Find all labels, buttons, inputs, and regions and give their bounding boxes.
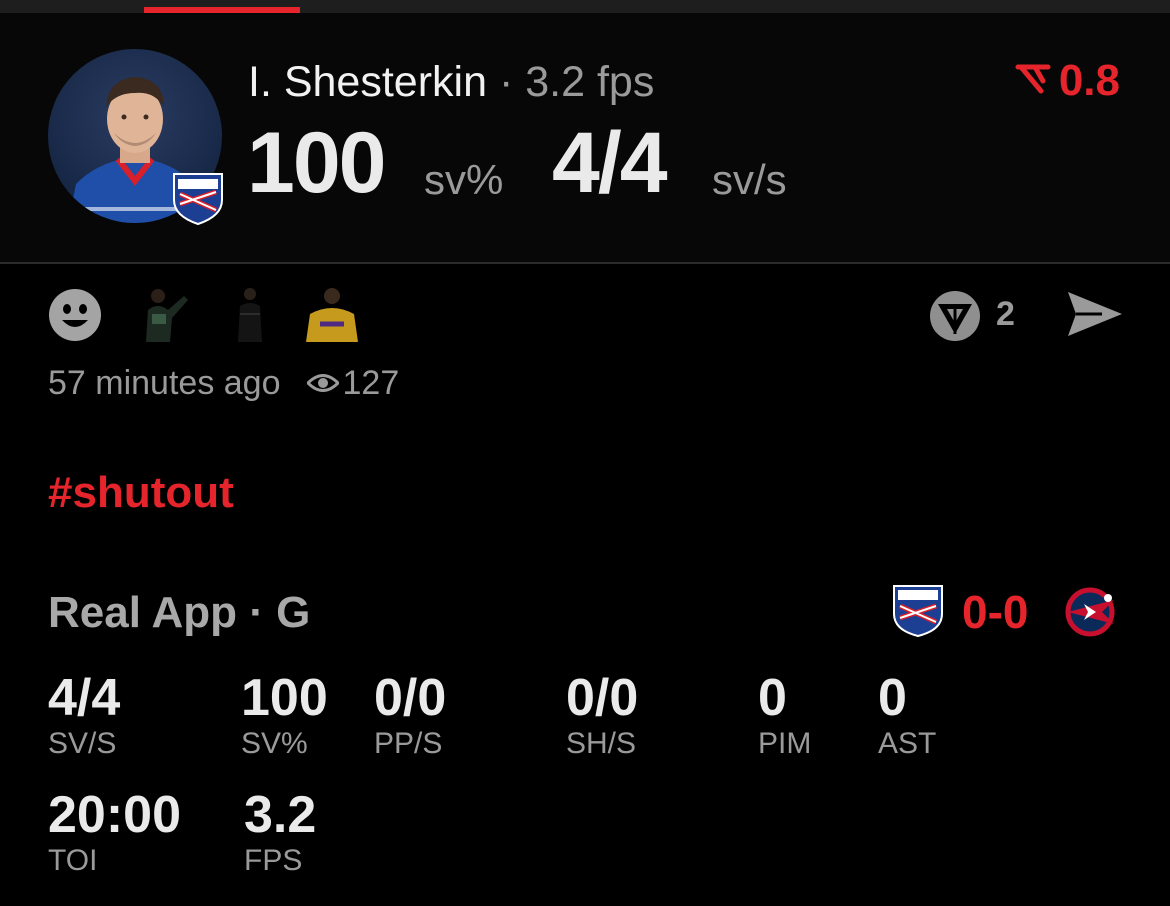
post-time: 57 minutes ago [48, 364, 281, 402]
save-pct-value: 100 [247, 115, 386, 211]
stat-value: 4/4 [48, 669, 121, 727]
stat-value: 0 [758, 669, 787, 727]
reaction-avatar-2[interactable] [224, 284, 280, 342]
stat-value: 0 [878, 669, 907, 727]
player-name[interactable]: I. Shesterkin [248, 58, 487, 106]
reply-count: 2 [996, 295, 1015, 333]
stat-sv-s: 4/4 SV/S [48, 670, 120, 762]
game-label[interactable]: Real App · G [48, 588, 310, 638]
stat-fps: 3.2 FPS [244, 787, 316, 879]
view-count-value: 127 [342, 364, 400, 402]
stat-toi: 20:00 TOI [48, 787, 181, 879]
post-meta: 57 minutes ago 127 [48, 362, 399, 404]
reply-badge-icon[interactable] [928, 290, 982, 347]
rating-change-value: 0.8 [1058, 56, 1120, 105]
stat-value: 20:00 [48, 786, 181, 844]
saves-unit: sv/s [712, 156, 787, 203]
stat-sh-s: 0/0 SH/S [566, 670, 638, 762]
view-count: 127 [305, 362, 400, 404]
header-divider [0, 262, 1170, 264]
stat-value: 3.2 [244, 786, 317, 844]
stat-pim: 0 PIM [758, 670, 811, 762]
reaction-avatar-3[interactable] [304, 284, 360, 342]
stat-value: 100 [241, 669, 328, 727]
stat-label: SH/S [566, 727, 637, 760]
save-pct-unit: sv% [424, 156, 504, 203]
player-name-line: I. Shesterkin · 3.2 fps [248, 56, 654, 108]
rating-change[interactable]: 0.8 [1015, 56, 1120, 106]
rating-arrow-icon [1015, 56, 1051, 106]
reaction-avatar-1[interactable] [136, 284, 192, 342]
player-fps: 3.2 fps [525, 58, 655, 106]
saves-value: 4/4 [552, 115, 668, 211]
hashtag-link[interactable]: #shutout [48, 468, 234, 518]
stat-value: 0/0 [374, 669, 447, 727]
send-icon[interactable] [1066, 290, 1124, 343]
rangers-team-icon[interactable] [892, 584, 944, 638]
stat-value: 0/0 [566, 669, 639, 727]
stat-ast: 0 AST [878, 670, 936, 762]
emoji-icon[interactable] [48, 288, 102, 347]
stat-label: PIM [758, 727, 812, 760]
game-score[interactable]: 0-0 [962, 586, 1028, 638]
stat-label: FPS [244, 844, 303, 877]
rangers-logo-icon [170, 170, 226, 226]
stat-label: PP/S [374, 727, 443, 760]
stat-sv-pct: 100 SV% [241, 670, 328, 762]
blue-jackets-team-icon[interactable] [1062, 586, 1120, 638]
stat-label: SV/S [48, 727, 117, 760]
stat-label: SV% [241, 727, 308, 760]
stat-pp-s: 0/0 PP/S [374, 670, 446, 762]
stat-label: TOI [48, 844, 98, 877]
name-separator: · [498, 58, 514, 106]
eye-icon [305, 362, 340, 404]
stat-label: AST [878, 727, 937, 760]
